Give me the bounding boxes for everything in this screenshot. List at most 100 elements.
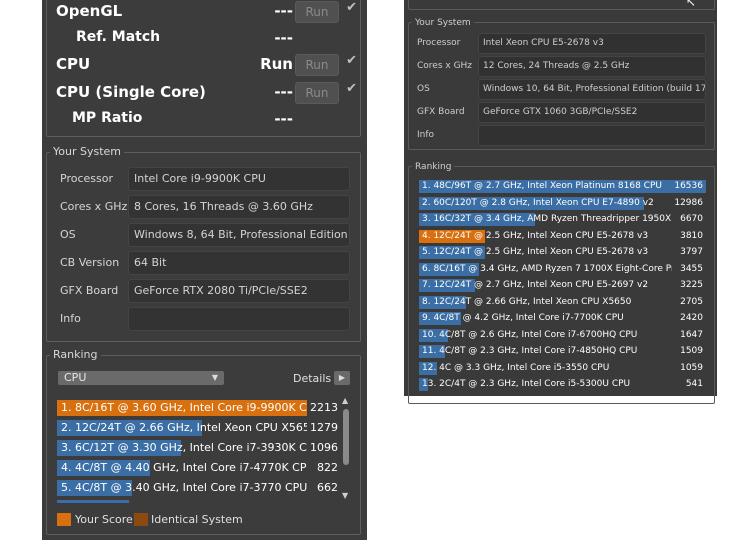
os-field[interactable]: Windows 10, 64 Bit, Professional Edition… [478,79,706,100]
ranking-label: 4. 4C/8T @ 4.40 GHz, Intel Core i7-4770K… [61,461,307,474]
system-label: GFX Board [60,284,119,297]
system-row-info: Info [60,307,350,331]
group-title: Ranking [50,349,101,361]
details-arrow-button[interactable]: ▶ [334,371,350,385]
system-row-gfx: GFX Board GeForce GTX 1060 3GB/PCIe/SSE2 [417,102,706,123]
scroll-thumb[interactable] [343,409,349,465]
run-button-cpu[interactable]: Run [295,54,339,76]
ranking-label: 10. 4C/8T @ 2.6 GHz, Intel Core i7-6700H… [422,329,638,340]
system-row-cb-version: CB Version 64 Bit [60,251,350,275]
ranking-score: 6670 [680,214,703,224]
ranking-label: 13. 2C/4T @ 2.3 GHz, Intel Core i5-5300U… [422,379,631,389]
info-field[interactable] [128,307,350,331]
ranking-score: 1279 [310,421,338,434]
ranking-score: 12986 [674,197,703,208]
ranking-score: 2705 [680,296,703,307]
check-icon[interactable]: ✔ [346,53,357,68]
ranking-row[interactable]: 3. 16C/32T @ 3.4 GHz, AMD Ryzen Threadri… [419,212,706,227]
ranking-label: 4. 12C/24T @ 2.5 GHz, Intel Xeon CPU E5-… [422,230,649,241]
os-field[interactable]: Windows 8, 64 Bit, Professional Edition … [128,223,350,247]
cores-field[interactable]: 12 Cores, 24 Threads @ 2.5 GHz [478,56,706,77]
cursor-icon: ↖ [686,0,697,9]
cinebench-right-panel: ↖ Your System Processor Intel Xeon CPU E… [404,0,717,404]
ranking-row[interactable]: 12. 4C @ 3.3 GHz, Intel Core i5-3550 CPU… [419,361,706,376]
ranking-label: 6. 8C/16T @ 3.4 GHz, AMD Ryzen 7 1700X E… [422,263,672,274]
check-icon[interactable]: ✔ [346,0,357,15]
system-label: Info [417,130,435,140]
system-label: Cores x GHz [60,200,128,213]
gfx-board-field[interactable]: GeForce GTX 1060 3GB/PCIe/SSE2 [478,102,706,123]
ranking-row[interactable]: 1. 48C/96T @ 2.7 GHz, Intel Xeon Platinu… [419,179,706,194]
ranking-group: Ranking 1. 48C/96T @ 2.7 GHz, Intel Xeon… [408,162,715,404]
your-system-group: Your System Processor Intel Core i9-9900… [46,146,361,342]
cinebench-left-panel: OpenGL --- Run ✔ Ref. Match --- CPU Run … [42,0,367,540]
ranking-score: 541 [685,379,703,389]
score-bar [57,500,129,503]
processor-field[interactable]: Intel Core i9-9900K CPU [128,167,350,191]
ranking-row[interactable]: 4. 4C/8T @ 4.40 GHz, Intel Core i7-4770K… [57,459,342,477]
run-button-opengl[interactable]: Run [295,1,339,23]
info-field[interactable] [478,125,706,146]
ranking-score: 2213 [310,401,338,414]
system-label: Processor [417,38,461,48]
ranking-row[interactable]: 9. 4C/8T @ 4.2 GHz, Intel Core i7-7700K … [419,311,706,326]
ranking-score: 1096 [310,441,338,454]
scroll-down-icon[interactable]: ▼ [342,491,348,500]
system-row-os: OS Windows 10, 64 Bit, Professional Edit… [417,79,706,100]
ranking-row[interactable]: 7. 12C/24T @ 2.7 GHz, Intel Xeon CPU E5-… [419,278,706,293]
cb-version-field[interactable]: 64 Bit [128,251,350,275]
group-title: Ranking [412,162,455,172]
ranking-row[interactable]: 6. 8C/16T @ 3.4 GHz, AMD Ryzen 7 1700X E… [419,262,706,277]
ranking-label: 1. 8C/16T @ 3.60 GHz, Intel Core i9-9900… [61,401,307,414]
ranking-row[interactable]: 10. 4C/8T @ 2.6 GHz, Intel Core i7-6700H… [419,328,706,343]
ranking-row[interactable]: 5. 12C/24T @ 2.5 GHz, Intel Xeon CPU E5-… [419,245,706,260]
ranking-label: 3. 6C/12T @ 3.30 GHz, Intel Core i7-3930… [61,441,307,454]
ranking-score: 16536 [674,181,703,191]
gfx-board-field[interactable]: GeForce RTX 2080 Ti/PCIe/SSE2 [128,279,350,303]
ranking-score: 1647 [680,329,703,340]
cores-field[interactable]: 8 Cores, 16 Threads @ 3.60 GHz [128,195,350,219]
ranking-score: 1509 [680,346,703,356]
ranking-row[interactable]: 2. 60C/120T @ 2.8 GHz, Intel Xeon CPU E7… [419,196,706,211]
ranking-score: 3225 [680,280,703,290]
test-name: Ref. Match [76,29,161,45]
system-row-processor: Processor Intel Core i9-9900K CPU [60,167,350,191]
ranking-row[interactable]: 2. 12C/24T @ 2.66 GHz, Intel Xeon CPU X5… [57,419,342,437]
group-title: Your System [50,146,124,158]
check-icon[interactable]: ✔ [346,81,357,96]
ranking-label: 9. 4C/8T @ 4.2 GHz, Intel Core i7-7700K … [422,313,624,323]
details-label[interactable]: Details [293,372,331,385]
system-label: OS [417,84,430,94]
system-label: CB Version [60,256,120,269]
test-row-opengl: OpenGL --- Run ✔ [56,0,357,26]
test-name: MP Ratio [72,110,143,126]
legend-your-score-label: Your Score [75,513,133,526]
ranking-row-partial [57,499,342,503]
test-value: --- [274,110,293,128]
ranking-row[interactable]: 1. 8C/16T @ 3.60 GHz, Intel Core i9-9900… [57,399,342,417]
ranking-dropdown[interactable]: CPU ▼ [58,371,224,385]
ranking-scrollbar[interactable]: ▲ ▼ [342,396,351,503]
ranking-label: 5. 4C/8T @ 3.40 GHz, Intel Core i7-3770 … [61,481,307,494]
ranking-row[interactable]: 13. 2C/4T @ 2.3 GHz, Intel Core i5-5300U… [419,377,706,392]
system-row-processor: Processor Intel Xeon CPU E5-2678 v3 [417,33,706,54]
system-row-info: Info [417,125,706,146]
system-row-os: OS Windows 8, 64 Bit, Professional Editi… [60,223,350,247]
test-value: --- [274,2,293,20]
scroll-up-icon[interactable]: ▲ [342,396,348,405]
ranking-row[interactable]: 11. 4C/8T @ 2.3 GHz, Intel Core i7-4850H… [419,344,706,359]
test-row-ref-match: Ref. Match --- [56,27,357,53]
group-title: Your System [412,18,474,28]
processor-field[interactable]: Intel Xeon CPU E5-2678 v3 [478,33,706,54]
ranking-row[interactable]: 5. 4C/8T @ 3.40 GHz, Intel Core i7-3770 … [57,479,342,497]
ranking-score: 1059 [680,362,703,373]
ranking-label: 8. 12C/24T @ 2.66 GHz, Intel Xeon CPU X5… [422,296,632,307]
system-label: Processor [60,172,113,185]
ranking-label: 11. 4C/8T @ 2.3 GHz, Intel Core i7-4850H… [422,346,638,356]
ranking-row[interactable]: 4. 12C/24T @ 2.5 GHz, Intel Xeon CPU E5-… [419,229,706,244]
ranking-row[interactable]: 3. 6C/12T @ 3.30 GHz, Intel Core i7-3930… [57,439,342,457]
ranking-row[interactable]: 8. 12C/24T @ 2.66 GHz, Intel Xeon CPU X5… [419,295,706,310]
legend-your-score-swatch [57,513,71,526]
test-name: CPU (Single Core) [56,83,206,101]
run-button-cpu-single[interactable]: Run [295,82,339,104]
